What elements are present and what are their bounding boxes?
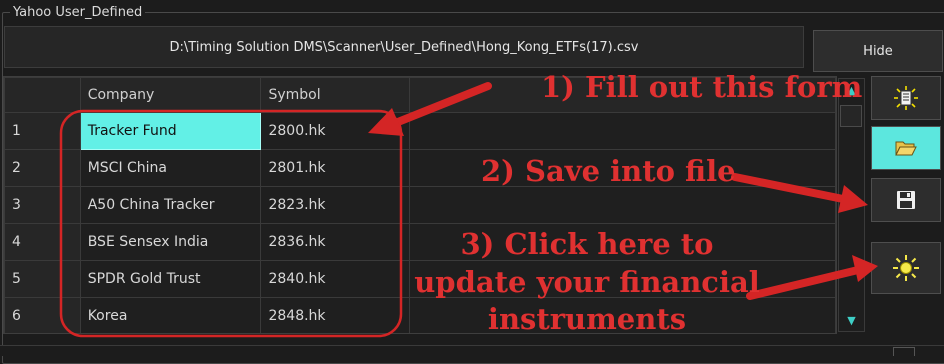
empty-cell xyxy=(409,112,836,150)
symbol-cell[interactable]: 2823.hk xyxy=(260,186,411,224)
save-button[interactable] xyxy=(871,178,941,222)
row-number-header xyxy=(4,77,81,113)
arrow-down-icon[interactable]: ▼ xyxy=(841,311,862,329)
row-number[interactable]: 6 xyxy=(4,297,81,333)
hide-button-label: Hide xyxy=(863,43,893,59)
open-button[interactable] xyxy=(871,126,941,170)
sun-icon xyxy=(893,255,919,281)
annotation-step3-line3: instruments xyxy=(487,302,687,337)
new-button[interactable] xyxy=(871,76,941,120)
annotation-step3-line2: update your financial xyxy=(414,264,760,299)
scroll-thumb[interactable] xyxy=(840,105,862,127)
table-row[interactable]: 3 A50 China Tracker 2823.hk xyxy=(4,186,836,224)
update-button[interactable] xyxy=(871,242,941,294)
column-header-symbol[interactable]: Symbol xyxy=(260,77,411,113)
sparkle-document-icon xyxy=(894,86,918,110)
annotation-step1: 1) Fill out this form xyxy=(541,70,863,104)
row-number[interactable]: 4 xyxy=(4,223,81,261)
annotation-step3: 3) Click here to update your financial i… xyxy=(412,226,762,339)
row-number[interactable]: 5 xyxy=(4,260,81,298)
file-path-display: D:\Timing Solution DMS\Scanner\User_Defi… xyxy=(4,26,804,68)
symbol-cell[interactable]: 2836.hk xyxy=(260,223,411,261)
symbol-cell[interactable]: 2848.hk xyxy=(260,297,411,333)
floppy-disk-icon xyxy=(897,191,915,209)
symbol-cell[interactable]: 2801.hk xyxy=(260,149,411,187)
company-cell[interactable]: BSE Sensex India xyxy=(79,223,262,261)
folder-open-icon xyxy=(895,141,917,156)
annotation-step2: 2) Save into file xyxy=(481,154,736,188)
vertical-scrollbar[interactable]: ▲ ▼ xyxy=(838,78,865,332)
empty-cell xyxy=(409,186,836,224)
company-cell[interactable]: MSCI China xyxy=(79,149,262,187)
company-cell[interactable]: A50 China Tracker xyxy=(79,186,262,224)
table-row[interactable]: 1 Tracker Fund 2800.hk xyxy=(4,112,836,150)
row-number[interactable]: 1 xyxy=(4,112,81,150)
company-cell-selected[interactable]: Tracker Fund xyxy=(79,112,262,150)
hide-button[interactable]: Hide xyxy=(813,30,943,72)
row-number[interactable]: 2 xyxy=(4,149,81,187)
status-bar xyxy=(0,345,944,356)
column-header-company[interactable]: Company xyxy=(79,77,262,113)
file-path-text: D:\Timing Solution DMS\Scanner\User_Defi… xyxy=(169,39,639,55)
annotation-step3-line1: 3) Click here to xyxy=(460,227,714,261)
group-title: Yahoo User_Defined xyxy=(10,5,146,20)
company-cell[interactable]: SPDR Gold Trust xyxy=(79,260,262,298)
symbol-cell[interactable]: 2800.hk xyxy=(260,112,411,150)
row-number[interactable]: 3 xyxy=(4,186,81,224)
symbol-cell[interactable]: 2840.hk xyxy=(260,260,411,298)
company-cell[interactable]: Korea xyxy=(79,297,262,333)
